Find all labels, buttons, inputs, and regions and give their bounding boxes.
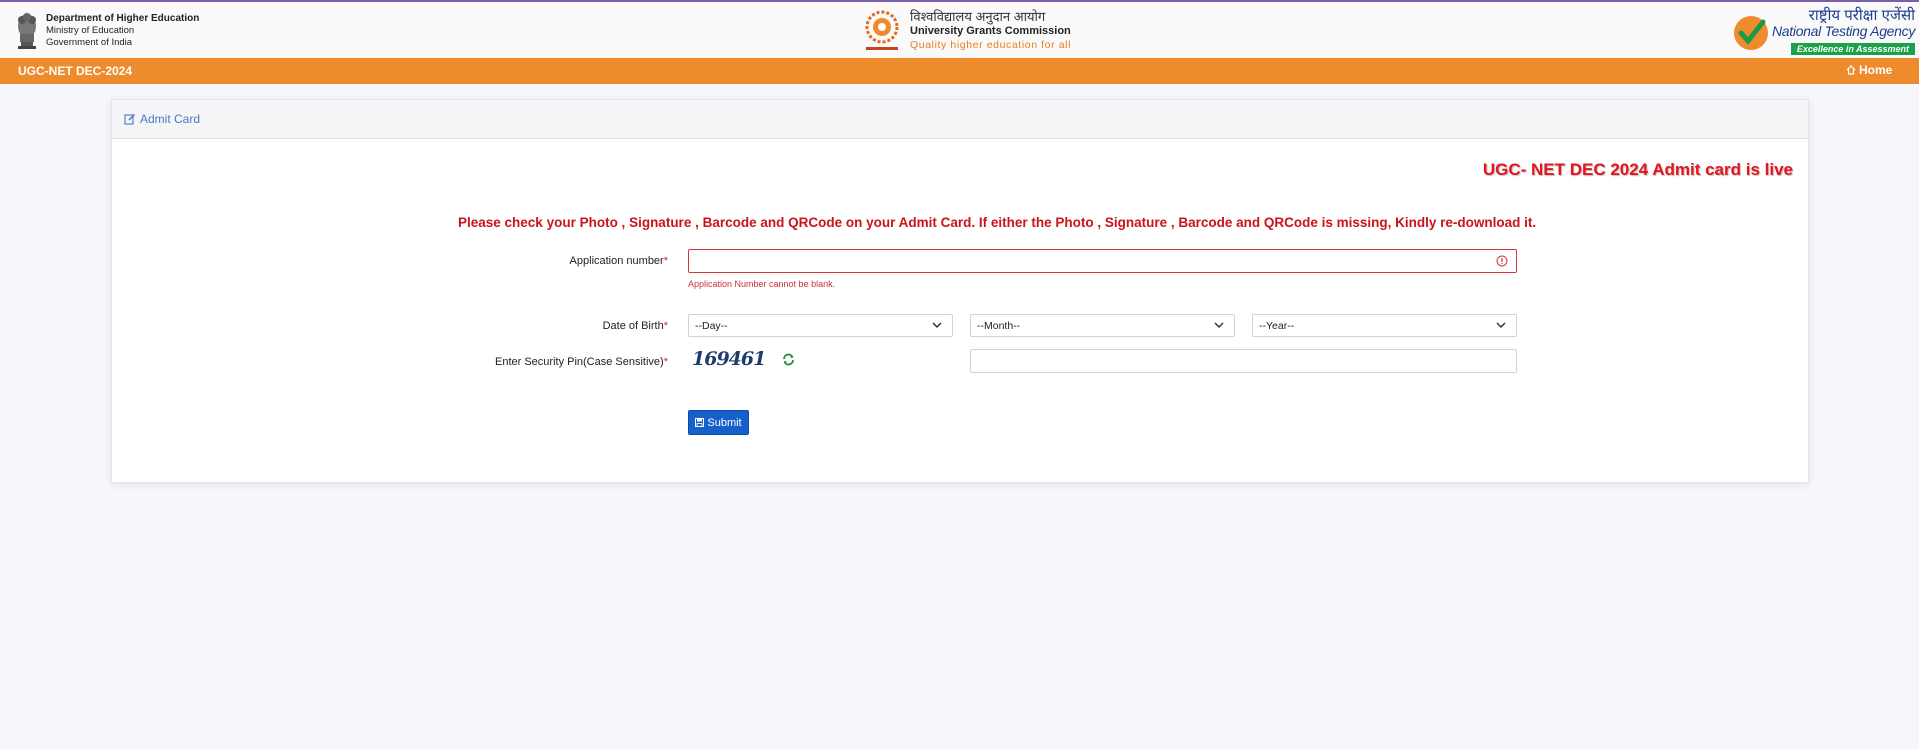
card-title: Admit Card bbox=[140, 112, 201, 126]
doe-government: Government of India bbox=[46, 37, 133, 48]
navbar: UGC-NET DEC-2024 Home bbox=[0, 58, 1919, 84]
security-pin-input[interactable] bbox=[970, 349, 1517, 373]
home-label: Home bbox=[1859, 63, 1893, 77]
error-icon bbox=[1496, 255, 1508, 267]
application-number-error: Application Number cannot be blank. bbox=[688, 279, 836, 289]
nta-branding: राष्ट्रीय परीक्षा एजेंसी National Testin… bbox=[1732, 8, 1915, 57]
home-link[interactable]: Home bbox=[1846, 63, 1892, 77]
ugc-tagline: Quality higher education for all bbox=[910, 39, 1072, 51]
card-header: Admit Card bbox=[112, 100, 1808, 139]
doe-ministry: Ministry of Education bbox=[46, 25, 135, 36]
chevron-down-icon bbox=[1496, 322, 1506, 329]
captcha-image: 169461 bbox=[692, 348, 766, 370]
doe-title: Department of Higher Education bbox=[46, 13, 200, 24]
ugc-branding: विश्वविद्यालय अनुदान आयोग University Gra… bbox=[860, 7, 1071, 55]
nta-check-icon bbox=[1734, 15, 1768, 50]
dob-day-select[interactable]: --Day-- bbox=[688, 314, 953, 337]
live-banner: UGC- NET DEC 2024 Admit card is live bbox=[1482, 160, 1793, 179]
home-icon bbox=[1846, 65, 1856, 75]
nta-hindi-name: राष्ट्रीय परीक्षा एजेंसी bbox=[1808, 7, 1916, 24]
dob-month-select[interactable]: --Month-- bbox=[970, 314, 1235, 337]
doe-branding: Department of Higher Education Ministry … bbox=[12, 8, 199, 52]
national-emblem-icon bbox=[18, 13, 36, 49]
nta-english-name: National Testing Agency bbox=[1772, 23, 1916, 39]
ugc-logo-icon bbox=[865, 10, 899, 50]
ugc-hindi-name: विश्वविद्यालय अनुदान आयोग bbox=[910, 9, 1046, 24]
dob-year-value: --Year-- bbox=[1259, 320, 1295, 332]
dob-day-value: --Day-- bbox=[695, 320, 728, 332]
dob-month-value: --Month-- bbox=[977, 320, 1021, 332]
notice-text: Please check your Photo , Signature , Ba… bbox=[458, 215, 1537, 230]
application-number-label: Application number* bbox=[569, 255, 668, 267]
submit-label: Submit bbox=[707, 416, 742, 429]
refresh-icon[interactable] bbox=[782, 353, 795, 366]
nta-tagline: Excellence in Assessment bbox=[1790, 43, 1916, 55]
security-pin-label: Enter Security Pin(Case Sensitive)* bbox=[494, 356, 668, 368]
chevron-down-icon bbox=[932, 322, 942, 329]
edit-icon bbox=[124, 114, 135, 125]
save-icon bbox=[695, 418, 705, 427]
site-header: Department of Higher Education Ministry … bbox=[0, 2, 1919, 58]
submit-button[interactable]: Submit bbox=[688, 410, 749, 435]
ugc-english-name: University Grants Commission bbox=[910, 25, 1071, 37]
admit-card-panel: Admit Card UGC- NET DEC 2024 Admit card … bbox=[111, 99, 1809, 483]
application-number-input[interactable] bbox=[688, 249, 1517, 273]
dob-label: Date of Birth* bbox=[602, 320, 668, 332]
exam-title: UGC-NET DEC-2024 bbox=[18, 64, 133, 78]
dob-year-select[interactable]: --Year-- bbox=[1252, 314, 1517, 337]
chevron-down-icon bbox=[1214, 322, 1224, 329]
